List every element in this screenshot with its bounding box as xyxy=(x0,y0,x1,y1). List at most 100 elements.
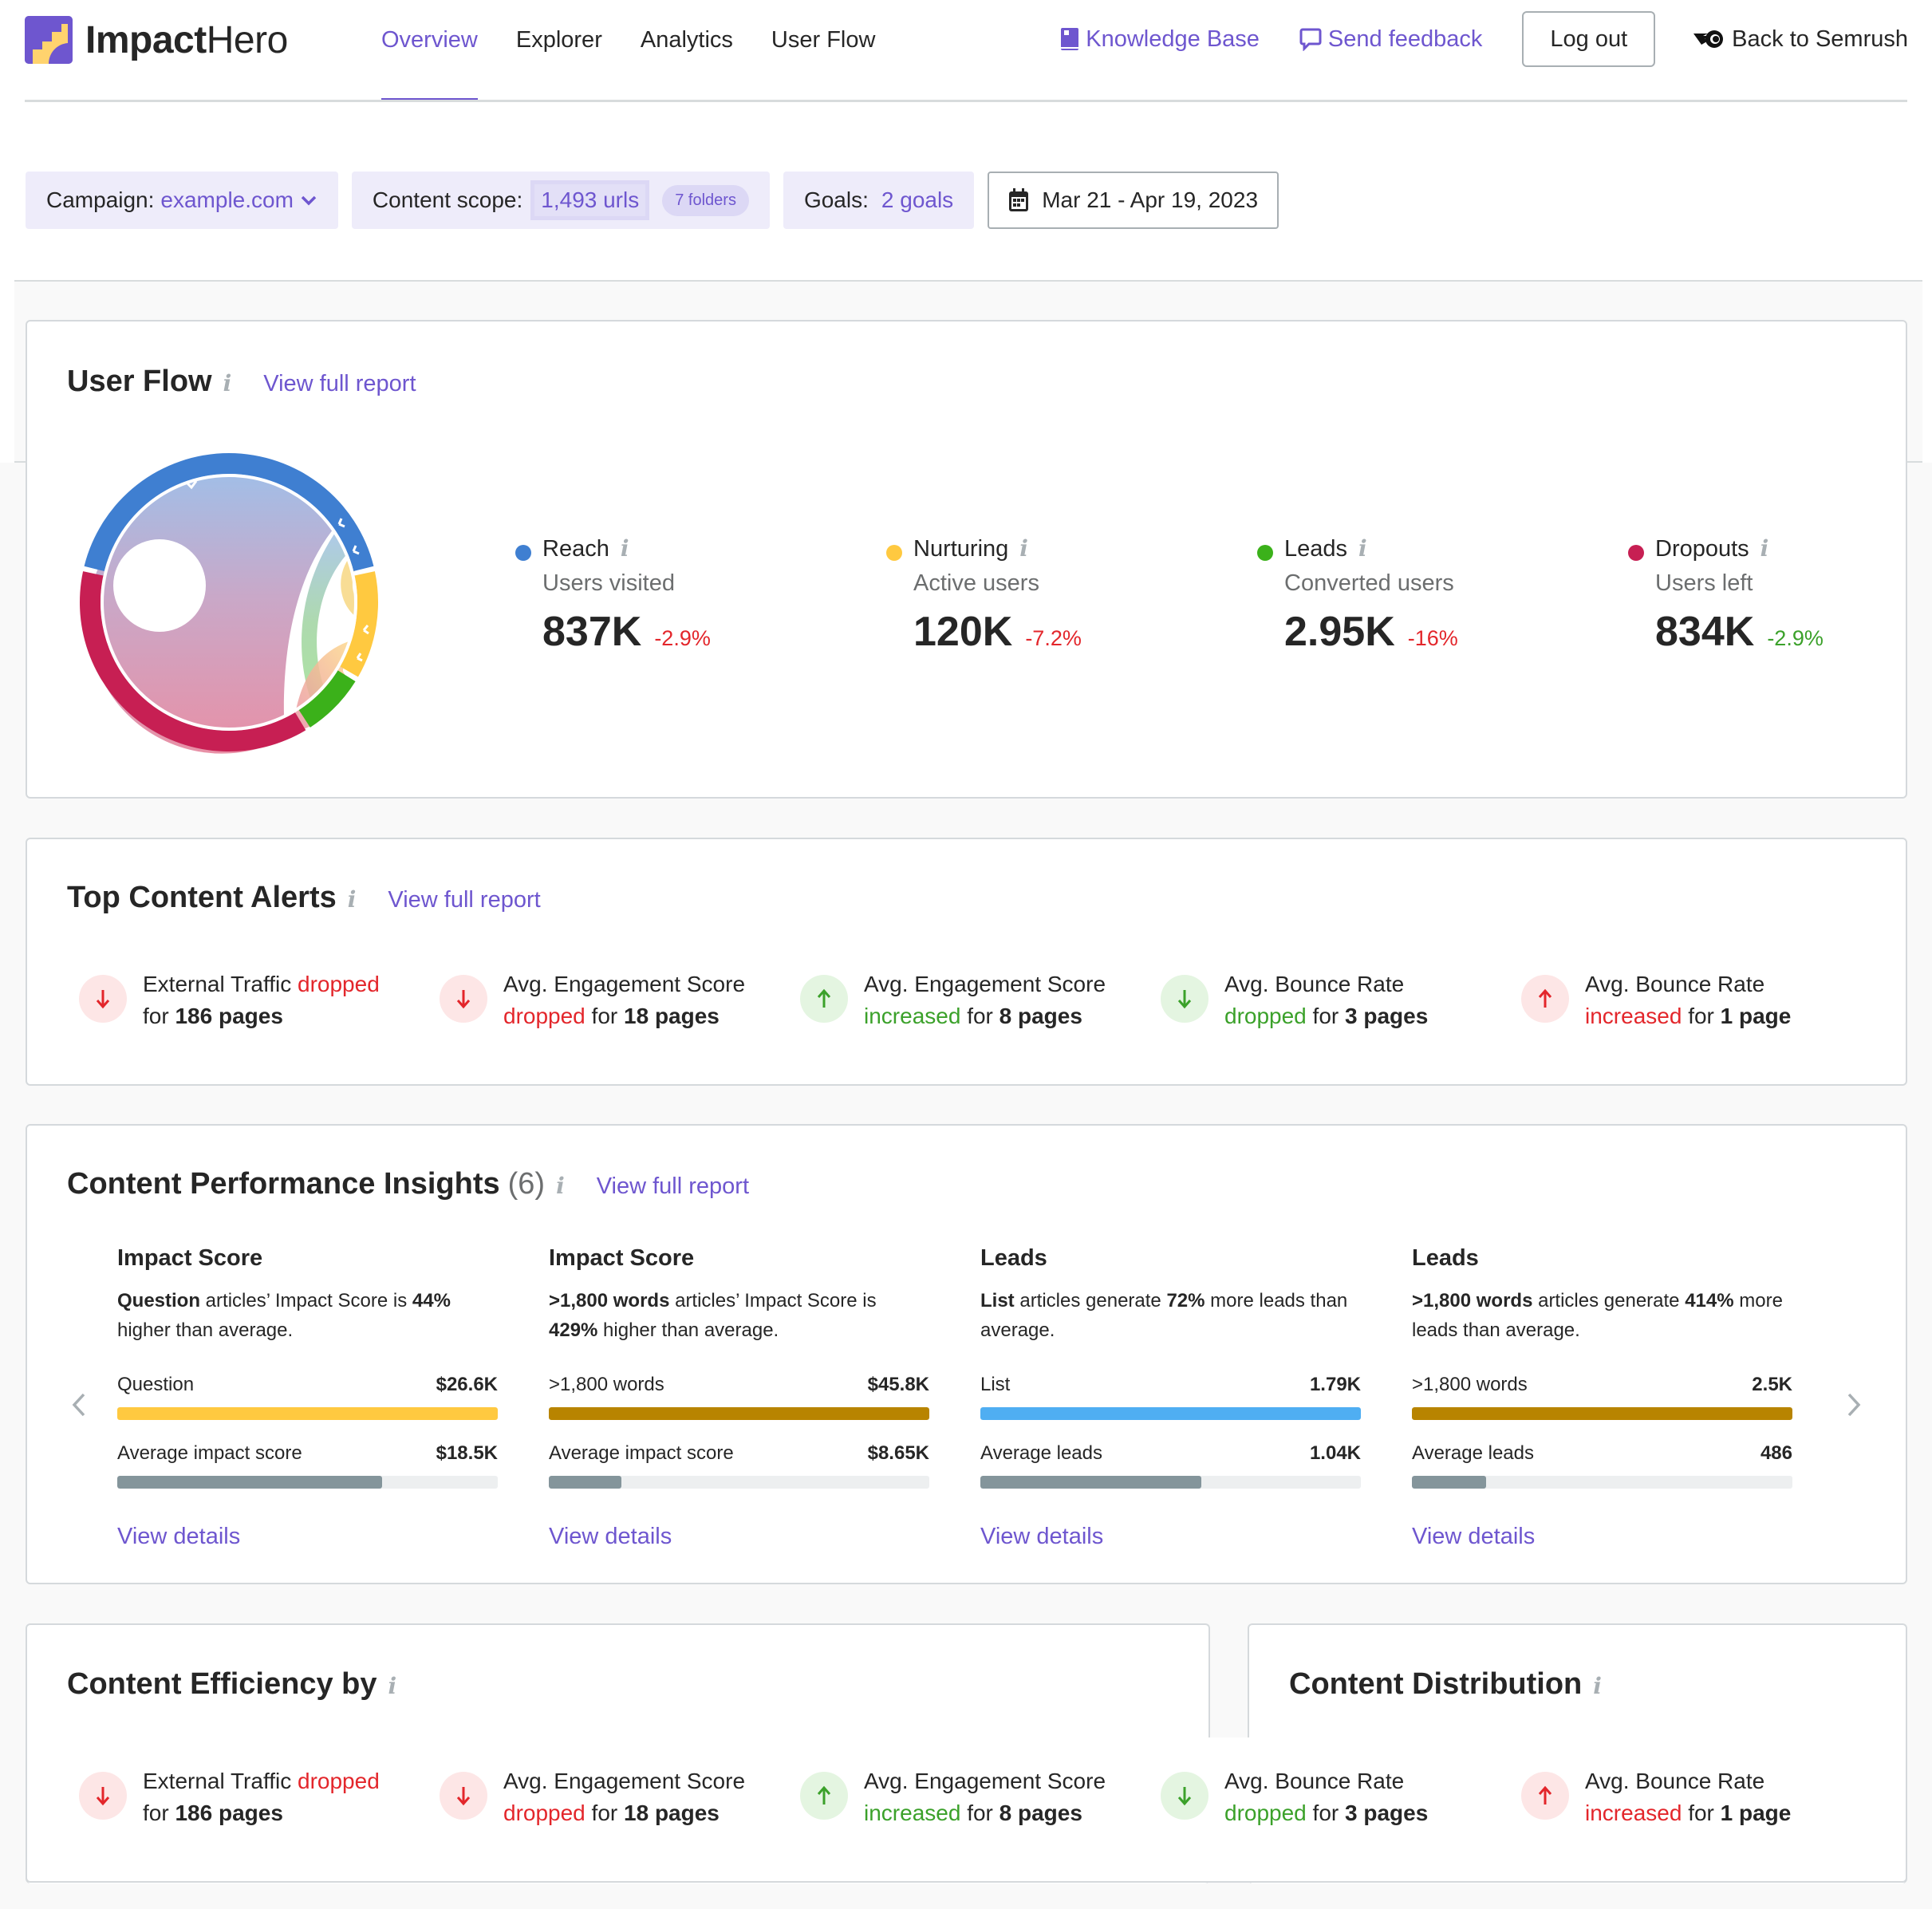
top-alerts-title: Top Content Alerts xyxy=(67,881,337,914)
alert-verb: dropped xyxy=(1224,1004,1307,1028)
app-name: ImpactHero xyxy=(85,18,288,61)
alert-item[interactable]: Avg. Engagement Score dropped for 18 page… xyxy=(440,1765,800,1829)
alert-text: External Traffic dropped for 186 pages xyxy=(143,968,380,1032)
info-icon[interactable]: i xyxy=(223,370,232,396)
info-icon[interactable]: i xyxy=(1593,1673,1602,1699)
view-details-link[interactable]: View details xyxy=(1412,1524,1535,1550)
insight-heading: Impact Score xyxy=(549,1245,695,1271)
nav-tab-overview[interactable]: Overview xyxy=(381,0,478,102)
info-icon[interactable]: i xyxy=(1019,535,1028,562)
info-icon[interactable]: i xyxy=(556,1173,565,1199)
bar-value: 2.5K xyxy=(1752,1374,1792,1395)
arrow-down-icon xyxy=(440,975,487,1023)
send-feedback-link[interactable]: Send feedback xyxy=(1299,26,1482,53)
info-icon[interactable]: i xyxy=(621,535,629,562)
info-icon[interactable]: i xyxy=(1358,535,1367,562)
content-scope-filter[interactable]: Content scope: 1,493 urls 7 folders xyxy=(351,172,770,229)
info-icon[interactable]: i xyxy=(1760,535,1769,562)
bar-track xyxy=(980,1476,1361,1489)
dropouts-legend-dot xyxy=(1628,545,1644,561)
top-alerts-view-report-link[interactable]: View full report xyxy=(388,887,540,913)
back-to-semrush-link[interactable]: Back to Semrush xyxy=(1693,26,1908,53)
user-flow-view-report-link[interactable]: View full report xyxy=(263,371,416,397)
insights-carousel: Impact Score Question articles’ Impact Sc… xyxy=(117,1245,1843,1550)
alert-item[interactable]: Avg. Bounce Rate dropped for 3 pages xyxy=(1161,1765,1521,1829)
bottom-alerts-strip: External Traffic dropped for 186 pages Avg… xyxy=(26,1737,1907,1883)
alert-verb: increased xyxy=(864,1004,961,1028)
insights-view-report-link[interactable]: View full report xyxy=(597,1173,749,1200)
carousel-prev-button[interactable] xyxy=(67,1389,91,1421)
alert-item[interactable]: Avg. Bounce Rate increased for 1 page xyxy=(1521,1765,1882,1829)
date-range-picker[interactable]: Mar 21 - Apr 19, 2023 xyxy=(988,172,1279,229)
carousel-next-button[interactable] xyxy=(1842,1389,1866,1421)
metric-subtitle: Users visited xyxy=(542,570,675,596)
nurturing-legend-dot xyxy=(886,545,902,561)
alert-item[interactable]: Avg. Bounce Rate increased for 1 page xyxy=(1521,968,1882,1032)
bar-fill xyxy=(117,1476,382,1489)
user-flow-title: User Flow xyxy=(67,365,212,398)
distribution-title: Content Distribution xyxy=(1289,1667,1583,1701)
bar-label: Average leads xyxy=(980,1442,1102,1464)
speech-bubble-icon xyxy=(1299,27,1322,51)
campaign-value[interactable]: example.com xyxy=(160,187,294,213)
nav-tab-user-flow[interactable]: User Flow xyxy=(771,0,876,102)
metric-reach: Reach i Users visited 837K -2.9% xyxy=(514,535,885,656)
nav-tab-explorer[interactable]: Explorer xyxy=(516,0,602,102)
view-details-link[interactable]: View details xyxy=(117,1524,240,1550)
arrow-down-icon xyxy=(79,1772,127,1820)
alert-text: Avg. Engagement Score dropped for 18 page… xyxy=(503,968,745,1032)
alert-item[interactable]: Avg. Bounce Rate dropped for 3 pages xyxy=(1161,968,1521,1032)
campaign-filter[interactable]: Campaign: example.com xyxy=(26,172,338,229)
alert-connector: for xyxy=(143,1004,169,1028)
bar-fill xyxy=(1412,1407,1792,1420)
alert-count: 1 page xyxy=(1720,1004,1792,1028)
nav-tab-analytics[interactable]: Analytics xyxy=(641,0,733,102)
alert-text: Avg. Bounce Rate increased for 1 page xyxy=(1585,968,1791,1032)
info-icon[interactable]: i xyxy=(348,886,357,913)
view-details-link[interactable]: View details xyxy=(549,1524,672,1550)
filter-bar: Campaign: example.com Content scope: 1,4… xyxy=(26,172,1292,229)
content-scope-value[interactable]: 1,493 urls xyxy=(530,180,650,220)
alerts-list: External Traffic dropped for 186 pages Avg… xyxy=(79,1765,1882,1829)
goals-value[interactable]: 2 goals xyxy=(881,187,953,213)
metric-name: Nurturing xyxy=(913,536,1009,562)
knowledge-base-link[interactable]: Knowledge Base xyxy=(1060,26,1260,53)
chevron-right-icon xyxy=(1847,1393,1861,1417)
alert-connector: for xyxy=(143,1801,169,1825)
info-icon[interactable]: i xyxy=(388,1673,397,1699)
user-flow-header: User Flow i View full report xyxy=(67,365,416,399)
arrow-up-icon xyxy=(1521,1772,1569,1820)
arrow-down-icon xyxy=(79,975,127,1023)
logout-button[interactable]: Log out xyxy=(1522,11,1656,67)
alert-item[interactable]: Avg. Engagement Score increased for 8 pag… xyxy=(800,1765,1161,1829)
metric-name: Leads xyxy=(1284,536,1348,562)
alert-item[interactable]: Avg. Engagement Score increased for 8 pag… xyxy=(800,968,1161,1032)
metric-subtitle: Converted users xyxy=(1284,570,1454,596)
view-details-link[interactable]: View details xyxy=(980,1524,1103,1550)
alert-text: External Traffic dropped for 186 pages xyxy=(143,1765,380,1829)
alert-item[interactable]: External Traffic dropped for 186 pages xyxy=(79,968,440,1032)
insight-heading: Leads xyxy=(980,1245,1047,1271)
alert-item[interactable]: External Traffic dropped for 186 pages xyxy=(79,1765,440,1829)
leads-legend-dot xyxy=(1257,545,1273,561)
bar-track xyxy=(549,1476,929,1489)
alert-item[interactable]: Avg. Engagement Score dropped for 18 page… xyxy=(440,968,800,1032)
alert-metric: Avg. Engagement Score xyxy=(864,1769,1106,1793)
reach-legend-dot xyxy=(515,545,531,561)
alert-connector: for xyxy=(967,1801,993,1825)
alert-count: 3 pages xyxy=(1345,1801,1429,1825)
bar-fill xyxy=(1412,1476,1486,1489)
alert-connector: for xyxy=(1312,1801,1339,1825)
alert-connector: for xyxy=(1312,1004,1339,1028)
insight-heading: Leads xyxy=(1412,1245,1479,1271)
bar-track xyxy=(1412,1476,1792,1489)
alert-metric: External Traffic xyxy=(143,972,292,996)
bar-track xyxy=(980,1407,1361,1420)
app-logo[interactable]: ImpactHero xyxy=(25,14,288,65)
main-nav: Overview Explorer Analytics User Flow xyxy=(381,0,913,102)
arrow-down-icon xyxy=(440,1772,487,1820)
alert-metric: Avg. Bounce Rate xyxy=(1224,972,1405,996)
goals-filter[interactable]: Goals: 2 goals xyxy=(783,172,975,229)
alert-text: Avg. Bounce Rate dropped for 3 pages xyxy=(1224,1765,1428,1829)
user-flow-chord-diagram[interactable] xyxy=(65,439,392,766)
